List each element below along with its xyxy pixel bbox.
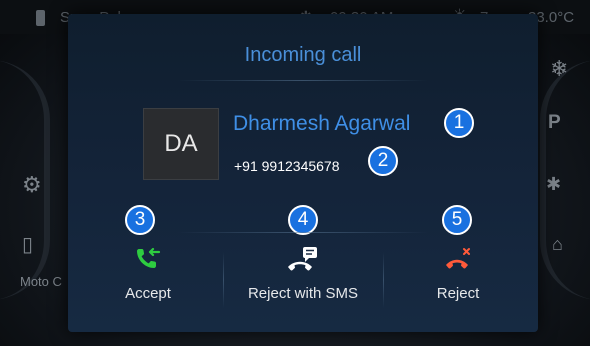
home-icon[interactable]: ⌂ (552, 234, 563, 255)
action-divider (223, 252, 224, 308)
title-divider (178, 80, 428, 81)
callout-marker-2: 2 (368, 146, 398, 176)
phone-icon (36, 10, 45, 26)
accept-label: Accept (125, 285, 171, 302)
device-label: Moto C (20, 274, 62, 289)
call-reject-icon (444, 246, 472, 275)
caller-avatar: DA (143, 108, 219, 180)
call-accept-icon (135, 246, 161, 275)
reject-with-sms-button[interactable]: Reject with SMS (228, 242, 378, 312)
reject-label: Reject (436, 285, 480, 302)
callout-marker-3: 3 (125, 205, 155, 235)
caller-number: +91 9912345678 (234, 158, 340, 174)
parking-assist-icon[interactable]: P (548, 112, 561, 134)
incoming-call-dialog: Incoming call DA Dharmesh Agarwal +91 99… (68, 14, 538, 332)
settings-gear-icon[interactable]: ⚙ (22, 172, 42, 198)
dialog-title: Incoming call (244, 44, 362, 66)
car-infotainment-screen: Sung Pah ✱ 09:30 AM ☀ 7 33.0°C ⚙ ▯ Moto … (0, 0, 590, 346)
callout-marker-1: 1 (444, 108, 474, 138)
reject-button[interactable]: Reject (398, 242, 518, 312)
callout-marker-5: 5 (442, 205, 472, 235)
action-divider (383, 252, 384, 308)
actions-divider (178, 232, 428, 233)
mobile-phone-icon[interactable]: ▯ (22, 232, 33, 257)
climate-fan-icon[interactable]: ❄ (550, 56, 568, 82)
callout-marker-4: 4 (288, 205, 318, 235)
accept-button[interactable]: Accept (88, 242, 208, 312)
reject-sms-icon (286, 246, 320, 277)
bluetooth-audio-icon[interactable]: ✱ (546, 174, 561, 195)
caller-name: Dharmesh Agarwal (233, 112, 411, 135)
reject-with-sms-label: Reject with SMS (247, 285, 359, 302)
